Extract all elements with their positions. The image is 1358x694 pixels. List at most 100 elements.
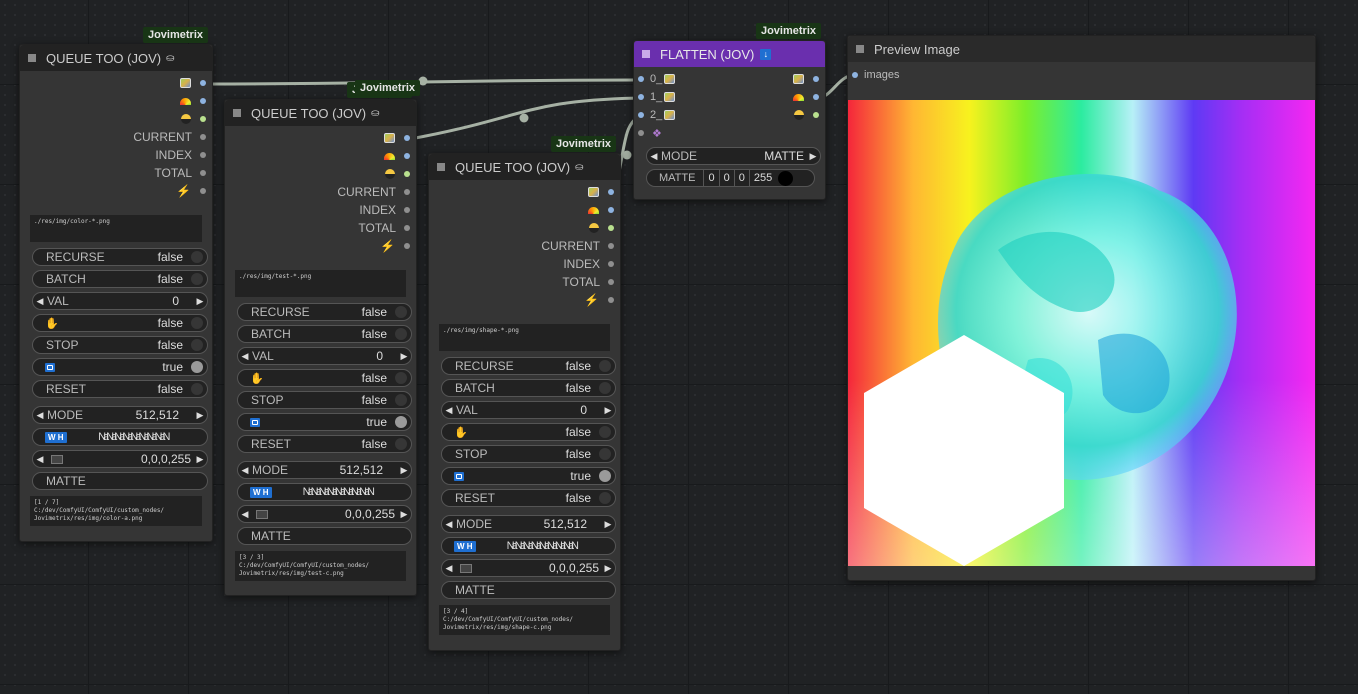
path-textbox[interactable]: ./res/img/test-*.png <box>235 270 406 297</box>
flatten-node[interactable]: Jovimetrix FLATTEN (JOV) ↓ 0_ 1_ 2_ ❖ ◀ … <box>633 23 826 200</box>
output-slot-trigger[interactable] <box>404 243 410 249</box>
val-number-widget[interactable]: ◀ VAL 0 ▶ <box>237 347 412 365</box>
path-textbox[interactable]: ./res/img/shape-*.png <box>439 324 610 351</box>
recurse-toggle[interactable]: RECURSE false <box>441 357 616 375</box>
matte-rgba-widget[interactable]: ◀ 0,0,0,255 ▶ <box>237 505 412 523</box>
increment-arrow[interactable]: ▶ <box>397 465 411 476</box>
collapse-toggle[interactable] <box>856 45 864 53</box>
output-slot-image[interactable] <box>608 189 614 195</box>
hold-toggle[interactable]: ✋ false <box>32 314 208 332</box>
wh-size-widget[interactable]: W H NaNaNaNaNaNaNaNaN <box>441 537 616 555</box>
output-slot-current[interactable] <box>200 134 206 140</box>
loop-toggle[interactable]: true <box>32 358 208 376</box>
recurse-toggle[interactable]: RECURSE false <box>237 303 412 321</box>
reset-toggle[interactable]: RESET false <box>237 435 412 453</box>
output-slot-mask[interactable] <box>813 112 819 118</box>
increment-arrow[interactable]: ▶ <box>193 454 207 465</box>
batch-toggle[interactable]: BATCH false <box>237 325 412 343</box>
matte-a[interactable]: 255 <box>748 170 776 186</box>
reset-toggle[interactable]: RESET false <box>441 489 616 507</box>
decrement-arrow[interactable]: ◀ <box>238 351 252 362</box>
download-icon[interactable]: ↓ <box>760 48 772 60</box>
reset-toggle[interactable]: RESET false <box>32 380 208 398</box>
val-number-widget[interactable]: ◀ VAL 0 ▶ <box>441 401 616 419</box>
stop-toggle[interactable]: STOP false <box>237 391 412 409</box>
output-slot-image[interactable] <box>404 135 410 141</box>
output-slot-total[interactable] <box>404 225 410 231</box>
mode-widget[interactable]: ◀ MODE 512,512 ▶ <box>441 515 616 533</box>
output-slot-mask[interactable] <box>200 116 206 122</box>
matte-widget[interactable]: MATTE <box>32 472 208 490</box>
queue-too-node-2[interactable]: Jovimetrix QUEUE TOO (JOV) ⛀ CURRENT IND… <box>224 82 417 596</box>
increment-arrow[interactable]: ▶ <box>397 509 411 520</box>
path-textbox[interactable]: ./res/img/color-*.png <box>30 215 202 242</box>
decrement-arrow[interactable]: ◀ <box>33 296 47 307</box>
batch-toggle[interactable]: BATCH false <box>441 379 616 397</box>
output-slot-rgb[interactable] <box>404 153 410 159</box>
output-slot-index[interactable] <box>200 152 206 158</box>
loop-toggle[interactable]: true <box>237 413 412 431</box>
output-slot-index[interactable] <box>404 207 410 213</box>
input-slot-mask[interactable] <box>638 130 644 136</box>
input-slot-1[interactable] <box>638 94 644 100</box>
queue-too-node-3[interactable]: Jovimetrix QUEUE TOO (JOV) ⛀ CURRENT IND… <box>428 136 621 651</box>
preview-image[interactable] <box>848 100 1315 566</box>
collapse-toggle[interactable] <box>233 109 241 117</box>
stop-toggle[interactable]: STOP false <box>441 445 616 463</box>
matte-widget[interactable]: MATTE <box>237 527 412 545</box>
node-title-bar[interactable]: QUEUE TOO (JOV) ⛀ <box>20 45 212 71</box>
node-title-bar[interactable]: FLATTEN (JOV) ↓ <box>634 41 825 67</box>
val-number-widget[interactable]: ◀ VAL 0 ▶ <box>32 292 208 310</box>
hold-toggle[interactable]: ✋ false <box>237 369 412 387</box>
decrement-arrow[interactable]: ◀ <box>442 405 456 416</box>
output-slot-trigger[interactable] <box>608 297 614 303</box>
decrement-arrow[interactable]: ◀ <box>238 509 252 520</box>
collapse-toggle[interactable] <box>437 163 445 171</box>
increment-arrow[interactable]: ▶ <box>601 563 615 574</box>
hold-toggle[interactable]: ✋ false <box>441 423 616 441</box>
matte-rgba-widget[interactable]: ◀ 0,0,0,255 ▶ <box>32 450 208 468</box>
input-slot-images[interactable] <box>852 72 858 78</box>
collapse-toggle[interactable] <box>28 54 36 62</box>
increment-arrow[interactable]: ▶ <box>806 151 820 162</box>
matte-rgba-widget[interactable]: ◀ 0,0,0,255 ▶ <box>441 559 616 577</box>
color-swatch[interactable] <box>778 170 794 186</box>
output-slot-index[interactable] <box>608 261 614 267</box>
output-slot-current[interactable] <box>404 189 410 195</box>
increment-arrow[interactable]: ▶ <box>601 519 615 530</box>
stop-toggle[interactable]: STOP false <box>32 336 208 354</box>
queue-too-node-1[interactable]: Jovimetrix QUEUE TOO (JOV) ⛀ CURRENT IND… <box>19 27 213 542</box>
matte-widget[interactable]: MATTE <box>441 581 616 599</box>
output-slot-image[interactable] <box>200 80 206 86</box>
output-slot-trigger[interactable] <box>200 188 206 194</box>
output-slot-image[interactable] <box>813 76 819 82</box>
collapse-toggle[interactable] <box>642 50 650 58</box>
matte-r[interactable]: 0 <box>703 170 718 186</box>
input-slot-2[interactable] <box>638 112 644 118</box>
wh-size-widget[interactable]: W H NaNaNaNaNaNaNaNaN <box>237 483 412 501</box>
increment-arrow[interactable]: ▶ <box>601 405 615 416</box>
batch-toggle[interactable]: BATCH false <box>32 270 208 288</box>
preview-image-node[interactable]: Preview Image images <box>847 35 1316 581</box>
node-title-bar[interactable]: Preview Image <box>848 36 1315 62</box>
increment-arrow[interactable]: ▶ <box>193 410 207 421</box>
output-slot-rgb[interactable] <box>200 98 206 104</box>
loop-toggle[interactable]: true <box>441 467 616 485</box>
output-slot-current[interactable] <box>608 243 614 249</box>
output-slot-rgb[interactable] <box>608 207 614 213</box>
decrement-arrow[interactable]: ◀ <box>647 151 661 162</box>
decrement-arrow[interactable]: ◀ <box>238 465 252 476</box>
wh-size-widget[interactable]: W H NaNaNaNaNaNaNaNaN <box>32 428 208 446</box>
matte-color-widget[interactable]: MATTE 0 0 0 255 <box>646 169 815 187</box>
mode-widget[interactable]: ◀ MODE 512,512 ▶ <box>237 461 412 479</box>
decrement-arrow[interactable]: ◀ <box>33 410 47 421</box>
output-slot-mask[interactable] <box>404 171 410 177</box>
node-title-bar[interactable]: QUEUE TOO (JOV) ⛀ <box>429 154 620 180</box>
decrement-arrow[interactable]: ◀ <box>442 519 456 530</box>
recurse-toggle[interactable]: RECURSE false <box>32 248 208 266</box>
output-slot-mask[interactable] <box>608 225 614 231</box>
output-slot-total[interactable] <box>200 170 206 176</box>
decrement-arrow[interactable]: ◀ <box>442 563 456 574</box>
increment-arrow[interactable]: ▶ <box>193 296 207 307</box>
output-slot-rgb[interactable] <box>813 94 819 100</box>
